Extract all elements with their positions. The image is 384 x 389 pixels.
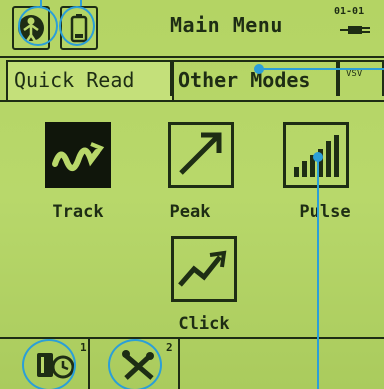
click-label: Click bbox=[178, 314, 230, 334]
peak-label: Peak bbox=[169, 202, 211, 222]
tab-bar: Quick Read Other Modes VSV bbox=[0, 56, 384, 102]
tab-vsv[interactable]: VSV bbox=[338, 60, 384, 96]
tab-label: Quick Read bbox=[14, 68, 135, 92]
connector-icon bbox=[340, 26, 370, 34]
slot-number: 2 bbox=[166, 341, 173, 354]
page-title: Main Menu bbox=[170, 13, 283, 37]
track-label: Track bbox=[52, 202, 104, 222]
tab-label: VSV bbox=[346, 69, 363, 79]
tab-label: Other Modes bbox=[178, 68, 311, 92]
clock-readout: 01-01 bbox=[334, 6, 365, 17]
callout-line bbox=[317, 158, 319, 389]
click-zigzag-icon bbox=[171, 236, 237, 302]
peak-mode-button[interactable]: Peak bbox=[168, 122, 234, 222]
peak-arrow-icon bbox=[168, 122, 234, 188]
callout-line bbox=[258, 68, 384, 70]
click-mode-button[interactable]: Click bbox=[171, 236, 237, 334]
track-wave-icon bbox=[45, 122, 111, 188]
tab-quick-read[interactable]: Quick Read bbox=[6, 60, 174, 100]
callout-ring bbox=[108, 339, 162, 389]
callout-ring bbox=[18, 6, 58, 46]
slot-number: 1 bbox=[80, 341, 87, 354]
device-screen: Main Menu 01-01 Quick Read Other Modes V… bbox=[0, 0, 384, 389]
callout-line bbox=[80, 0, 82, 6]
callout-ring bbox=[22, 339, 76, 389]
callout-ring bbox=[59, 6, 95, 46]
track-mode-button[interactable]: Track bbox=[45, 122, 111, 222]
pulse-label: Pulse bbox=[299, 202, 351, 222]
